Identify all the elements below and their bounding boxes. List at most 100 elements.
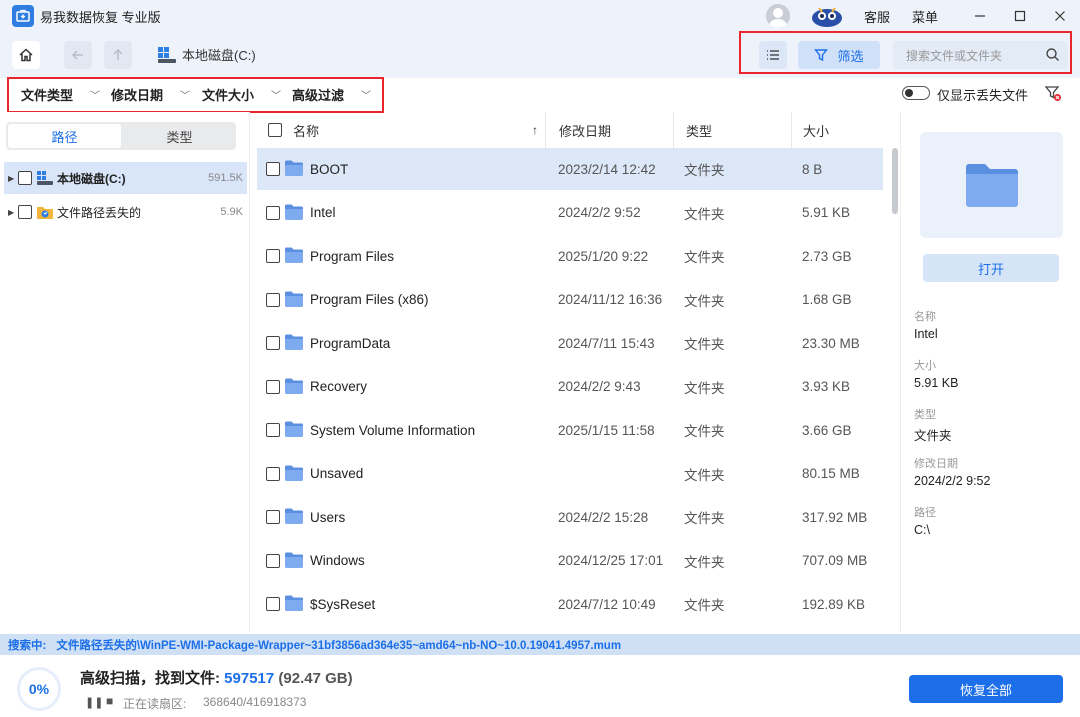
home-button[interactable] (12, 41, 40, 69)
search-input[interactable]: 搜索文件或文件夹 (893, 41, 1068, 69)
filter-label: 筛选 (837, 48, 864, 64)
maximize-button[interactable] (1000, 0, 1040, 32)
select-all-checkbox[interactable] (268, 123, 282, 137)
back-button[interactable] (64, 41, 92, 69)
minimize-button[interactable] (960, 0, 1000, 32)
row-checkbox[interactable] (266, 423, 280, 437)
table-row[interactable]: Windows 2024/12/25 17:01 文件夹 707.09 MB (257, 540, 883, 582)
file-name: Unsaved (310, 466, 364, 481)
file-date: 2025/1/20 9:22 (558, 248, 649, 264)
detail-type-label: 类型 (914, 409, 936, 421)
tree-checkbox[interactable] (18, 171, 32, 185)
scrollbar-thumb[interactable] (892, 148, 898, 214)
table-row[interactable]: System Volume Information 2025/1/15 11:58… (257, 409, 883, 451)
file-size: 192.89 KB (802, 596, 866, 612)
expand-arrow-icon[interactable]: ▶ (8, 208, 18, 217)
scan-progress-ring: 0% (17, 667, 61, 711)
details-pane: 打开 名称 Intel 大小 5.91 KB 类型 文件夹 修改日期 2024/… (900, 112, 1080, 632)
scan-summary: 高级扫描，找到文件: 597517 (92.47 GB) (80, 670, 353, 687)
file-type: 文件夹 (684, 554, 725, 570)
up-button[interactable] (104, 41, 132, 69)
table-row[interactable]: Unsaved 文件夹 80.15 MB (257, 453, 883, 495)
table-row[interactable]: $SysReset 2024/7/12 10:49 文件夹 192.89 KB (257, 583, 883, 625)
filter-button[interactable]: 筛选 (798, 41, 880, 69)
table-row[interactable]: ProgramData 2024/7/11 15:43 文件夹 23.30 MB (257, 322, 883, 364)
file-name: System Volume Information (310, 422, 476, 438)
menu-link[interactable]: 菜单 (912, 7, 938, 26)
file-size: 707.09 MB (802, 553, 868, 568)
file-type: 文件夹 (684, 337, 725, 352)
tab-path[interactable]: 路径 (8, 124, 121, 148)
folder-icon (285, 334, 303, 350)
row-checkbox[interactable] (266, 205, 280, 220)
file-size: 317.92 MB (802, 509, 868, 525)
pause-icon[interactable]: ❚❚ (85, 696, 103, 709)
vip-badge-icon[interactable] (810, 4, 844, 28)
table-row[interactable]: Program Files 2025/1/20 9:22 文件夹 2.73 GB (257, 235, 883, 277)
column-name[interactable]: 名称 (293, 121, 319, 140)
tab-type[interactable]: 类型 (123, 122, 236, 150)
file-preview (920, 132, 1063, 238)
column-date[interactable]: 修改日期 (559, 121, 611, 140)
table-row[interactable]: Intel 2024/2/2 9:52 文件夹 5.91 KB (257, 192, 883, 234)
search-icon[interactable] (1045, 47, 1060, 62)
open-button[interactable]: 打开 (923, 254, 1059, 282)
file-date: 2024/11/12 16:36 (558, 292, 663, 307)
table-row[interactable]: Users 2024/2/2 15:28 文件夹 317.92 MB (257, 496, 883, 538)
folder-icon (285, 595, 303, 611)
advanced-filter[interactable]: 高级过滤 ﹀ (292, 85, 371, 104)
clear-filter-icon[interactable] (1044, 84, 1062, 102)
tree-checkbox[interactable] (18, 205, 32, 219)
recover-all-button[interactable]: 恢复全部 (909, 675, 1063, 703)
row-checkbox[interactable] (266, 466, 280, 481)
stop-icon[interactable]: ■ (106, 694, 113, 708)
breadcrumb-location[interactable]: 本地磁盘(C:) (182, 45, 256, 64)
tree-item-lost-path[interactable]: ▶ 文件路径丢失的 5.9K (4, 196, 247, 228)
row-checkbox[interactable] (266, 379, 280, 394)
user-avatar[interactable] (765, 4, 790, 28)
chevron-down-icon: ﹀ (271, 91, 282, 102)
row-checkbox[interactable] (266, 510, 280, 524)
row-checkbox[interactable] (266, 249, 280, 263)
file-type-filter[interactable]: 文件类型 ﹀ (21, 85, 100, 104)
tree-item-local-disk[interactable]: ▶ 本地磁盘(C:) 591.5K (4, 162, 247, 194)
view-segmented-control: 路径 类型 (6, 122, 236, 150)
file-size: 8 B (802, 161, 823, 177)
reading-sector-label: 正在读扇区: (123, 697, 187, 711)
file-name: Program Files (310, 248, 395, 264)
column-size[interactable]: 大小 (803, 121, 829, 140)
file-name: $SysReset (310, 596, 376, 612)
table-row[interactable]: Program Files (x86) 2024/11/12 16:36 文件夹 1.… (257, 279, 883, 321)
row-checkbox[interactable] (266, 292, 280, 307)
file-size-filter[interactable]: 文件大小 ﹀ (202, 85, 281, 104)
modified-date-filter[interactable]: 修改日期 ﹀ (111, 85, 190, 104)
detail-size-value: 5.91 KB (914, 376, 959, 390)
disk-icon (37, 171, 53, 185)
file-date: 2025/1/15 11:58 (558, 422, 655, 438)
funnel-icon (814, 49, 829, 62)
row-checkbox[interactable] (266, 336, 280, 350)
expand-arrow-icon[interactable]: ▶ (8, 174, 18, 183)
close-button[interactable] (1040, 0, 1080, 32)
searching-label: 搜索中: (8, 639, 47, 652)
table-row[interactable]: Recovery 2024/2/2 9:43 文件夹 3.93 KB (257, 366, 883, 408)
show-lost-only-toggle[interactable] (902, 86, 930, 100)
folder-large-icon (965, 164, 1018, 207)
row-checkbox[interactable] (266, 597, 280, 611)
column-type[interactable]: 类型 (686, 121, 712, 140)
detail-size-label: 大小 (914, 360, 936, 372)
file-size: 23.30 MB (802, 335, 860, 351)
folder-icon (285, 552, 303, 568)
row-checkbox[interactable] (266, 553, 280, 568)
found-count: 597517 (224, 670, 275, 687)
sort-arrow-up-icon[interactable]: ↑ (532, 123, 538, 137)
customer-service-link[interactable]: 客服 (864, 7, 890, 26)
list-view-button[interactable] (759, 41, 787, 69)
table-row[interactable]: BOOT 2023/2/14 12:42 文件夹 8 B (257, 148, 883, 190)
arrow-up-icon (113, 48, 123, 60)
file-type: 文件夹 (684, 163, 725, 178)
disk-icon (158, 46, 176, 63)
folder-icon (285, 160, 303, 176)
scan-progress-value: 0% (28, 681, 50, 697)
row-checkbox[interactable] (266, 162, 280, 176)
